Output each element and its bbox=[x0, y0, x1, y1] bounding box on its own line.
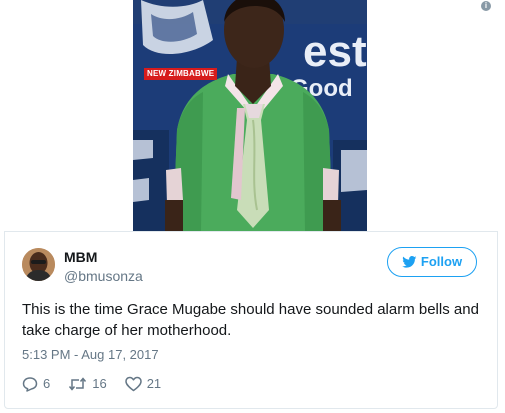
info-icon[interactable]: i bbox=[481, 1, 491, 11]
like-action[interactable]: 21 bbox=[124, 376, 162, 392]
tweet-text: This is the time Grace Mugabe should hav… bbox=[22, 301, 479, 339]
user-handle[interactable]: @bmusonza bbox=[64, 268, 143, 285]
retweet-icon bbox=[69, 377, 87, 391]
twitter-bird-icon bbox=[402, 256, 417, 268]
tweet-timestamp[interactable]: 5:13 PM - Aug 17, 2017 bbox=[22, 347, 159, 363]
tweet-photo[interactable]: est Good NEW ZIMBABWE bbox=[133, 0, 367, 231]
backdrop-text-1: est bbox=[303, 27, 367, 76]
tweet-embed: i est Good NEW ZIMBABWE MBM @bmusonza Fo… bbox=[0, 0, 505, 413]
follow-button[interactable]: Follow bbox=[387, 247, 477, 277]
like-count: 21 bbox=[146, 376, 162, 391]
display-name[interactable]: MBM bbox=[64, 249, 97, 266]
avatar-image bbox=[22, 248, 55, 281]
tweet-card: MBM @bmusonza Follow This is the time Gr… bbox=[4, 231, 498, 409]
heart-icon bbox=[124, 376, 142, 392]
tweet-actions: 6 16 21 bbox=[22, 375, 179, 393]
reply-count: 6 bbox=[43, 376, 51, 391]
follow-label: Follow bbox=[420, 254, 463, 269]
retweet-action[interactable]: 16 bbox=[68, 376, 107, 392]
reply-action[interactable]: 6 bbox=[22, 376, 50, 392]
retweet-count: 16 bbox=[92, 376, 107, 391]
photo-illustration: est Good bbox=[133, 0, 367, 231]
avatar[interactable] bbox=[22, 248, 55, 281]
watermark-badge: NEW ZIMBABWE bbox=[144, 68, 218, 80]
reply-icon bbox=[22, 377, 38, 392]
